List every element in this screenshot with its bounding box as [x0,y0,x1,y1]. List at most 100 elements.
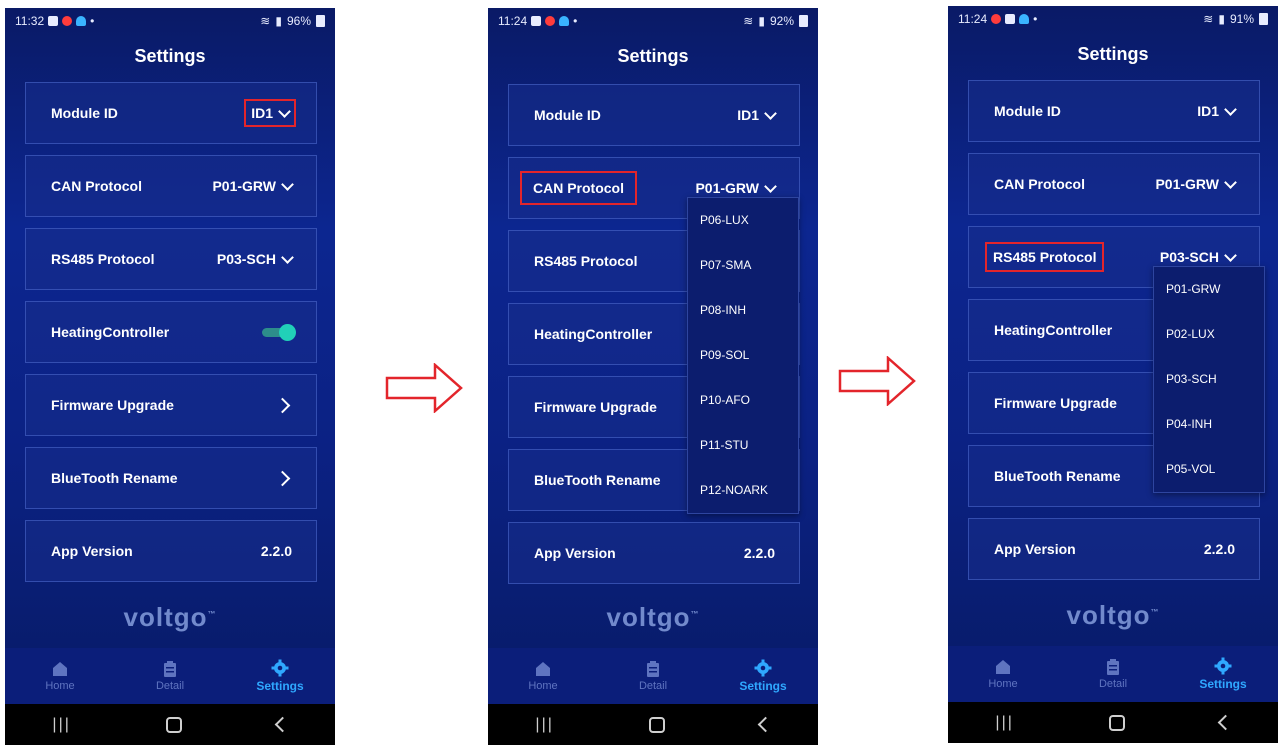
dropdown-option[interactable]: P07-SMA [688,243,798,288]
bluetooth-rename-label: BlueTooth Rename [534,472,661,488]
battery-percent: 91% [1229,12,1254,26]
battery-percent: 96% [286,14,311,28]
module-id-select[interactable]: ID1 [244,99,296,127]
app-version-row: App Version 2.2.0 [25,520,317,582]
page-title: Settings [617,46,689,66]
back-button[interactable] [1217,714,1233,731]
chevron-down-icon [764,106,777,120]
battery-icon [316,15,325,27]
bluetooth-rename-row[interactable]: BlueTooth Rename [25,447,317,509]
tab-label: Detail [1098,678,1128,690]
chevron-down-icon [764,179,777,193]
chevron-down-icon [1224,248,1237,262]
module-id-select[interactable]: ID1 [737,106,777,123]
dropdown-option[interactable]: P03-SCH [1154,357,1264,402]
tab-home[interactable]: Home [963,658,1043,690]
app-version-row: App Version 2.2.0 [968,518,1260,580]
chevron-right-icon [274,470,291,486]
dropdown-option[interactable]: P02-LUX [1154,312,1264,357]
dropdown-option[interactable]: P12-NOARK [688,468,798,513]
dropdown-option[interactable]: P10-AFO [688,378,798,423]
can-protocol-select[interactable]: P01-GRW [695,179,777,196]
rs485-protocol-label: RS485 Protocol [984,242,1105,272]
bottom-tab-bar: Home Detail Settings [948,646,1278,702]
brand-logo: voltgo™ [123,602,217,632]
home-button[interactable] [165,716,182,733]
chevron-down-icon [281,250,294,264]
signal-icon: ▮ [758,14,765,28]
battery-icon [799,15,808,27]
rs485-protocol-select[interactable]: P03-SCH [216,250,294,267]
module-id-row[interactable]: Module ID ID1 [25,82,317,144]
clock: 11:24 [498,14,528,28]
dropdown-option[interactable]: P04-INH [1154,402,1264,447]
dropdown-option[interactable]: P01-GRW [1154,267,1264,312]
battery-percent: 92% [769,14,794,28]
module-id-select[interactable]: ID1 [1197,102,1237,119]
chevron-down-icon [1224,102,1237,116]
can-protocol-select[interactable]: P01-GRW [1155,175,1237,192]
tab-detail[interactable]: Detail [613,660,693,692]
tab-settings[interactable]: Settings [240,659,320,693]
app-version-row: App Version 2.2.0 [508,522,800,584]
module-id-row[interactable]: Module ID ID1 [508,84,800,146]
rs485-protocol-dropdown: P01-GRW P02-LUX P03-SCH P04-INH P05-VOL [1153,266,1265,493]
tab-label: Detail [155,680,185,692]
home-button[interactable] [1108,714,1125,731]
chevron-right-icon [274,397,291,413]
dropdown-option[interactable]: P08-INH [688,288,798,333]
tab-detail[interactable]: Detail [130,660,210,692]
tab-label: Detail [638,680,668,692]
tab-label: Home [45,680,75,692]
home-button[interactable] [648,716,665,733]
recents-button[interactable]: ||| [535,716,553,734]
tab-home[interactable]: Home [20,660,100,692]
gear-icon [271,659,289,677]
heating-controller-label: HeatingController [994,322,1113,338]
tab-label: Settings [256,679,304,693]
heating-controller-row: HeatingController [25,301,317,363]
toggle-knob [279,324,296,341]
tab-settings[interactable]: Settings [723,659,803,693]
can-protocol-select[interactable]: P01-GRW [212,177,294,194]
gallery-icon [48,16,59,26]
recents-button[interactable]: ||| [995,714,1013,732]
tab-label: Home [988,678,1018,690]
module-id-row[interactable]: Module ID ID1 [968,80,1260,142]
back-button[interactable] [274,716,290,733]
firmware-upgrade-label: Firmware Upgrade [994,395,1117,411]
can-protocol-row[interactable]: CAN Protocol P01-GRW [25,155,317,217]
app-version-label: App Version [994,541,1076,557]
dropdown-option[interactable]: P05-VOL [1154,447,1264,492]
wifi-icon: ≋ [743,14,754,28]
firmware-upgrade-row[interactable]: Firmware Upgrade [25,374,317,436]
dropdown-option[interactable]: P09-SOL [688,333,798,378]
rs485-protocol-value: P03-SCH [216,251,276,267]
dropdown-option[interactable]: P06-LUX [688,198,798,243]
tab-settings[interactable]: Settings [1183,657,1263,691]
app-version-value: 2.2.0 [1203,541,1235,557]
tab-home[interactable]: Home [503,660,583,692]
firmware-upgrade-label: Firmware Upgrade [51,397,174,413]
chevron-down-icon [1224,175,1237,189]
tab-detail[interactable]: Detail [1073,658,1153,690]
back-button[interactable] [757,716,773,733]
signal-icon: ▮ [275,14,282,28]
recents-button[interactable]: ||| [52,716,70,734]
home-icon [536,662,550,676]
bottom-tab-bar: Home Detail Settings [5,648,335,704]
gear-icon [754,659,772,677]
app-notification-icon [559,16,570,26]
rs485-protocol-row[interactable]: RS485 Protocol P03-SCH [25,228,317,290]
can-protocol-row[interactable]: CAN Protocol P01-GRW [968,153,1260,215]
heating-controller-toggle[interactable] [262,324,296,341]
clipboard-icon [1107,659,1119,675]
dropdown-option[interactable]: P11-STU [688,423,798,468]
wifi-icon: ≋ [1203,12,1214,26]
home-icon [53,662,67,676]
wifi-icon: ≋ [260,14,271,28]
notification-icon [545,16,556,26]
rs485-protocol-select[interactable]: P03-SCH [1160,248,1237,265]
gallery-icon [531,16,542,26]
module-id-label: Module ID [994,103,1061,119]
